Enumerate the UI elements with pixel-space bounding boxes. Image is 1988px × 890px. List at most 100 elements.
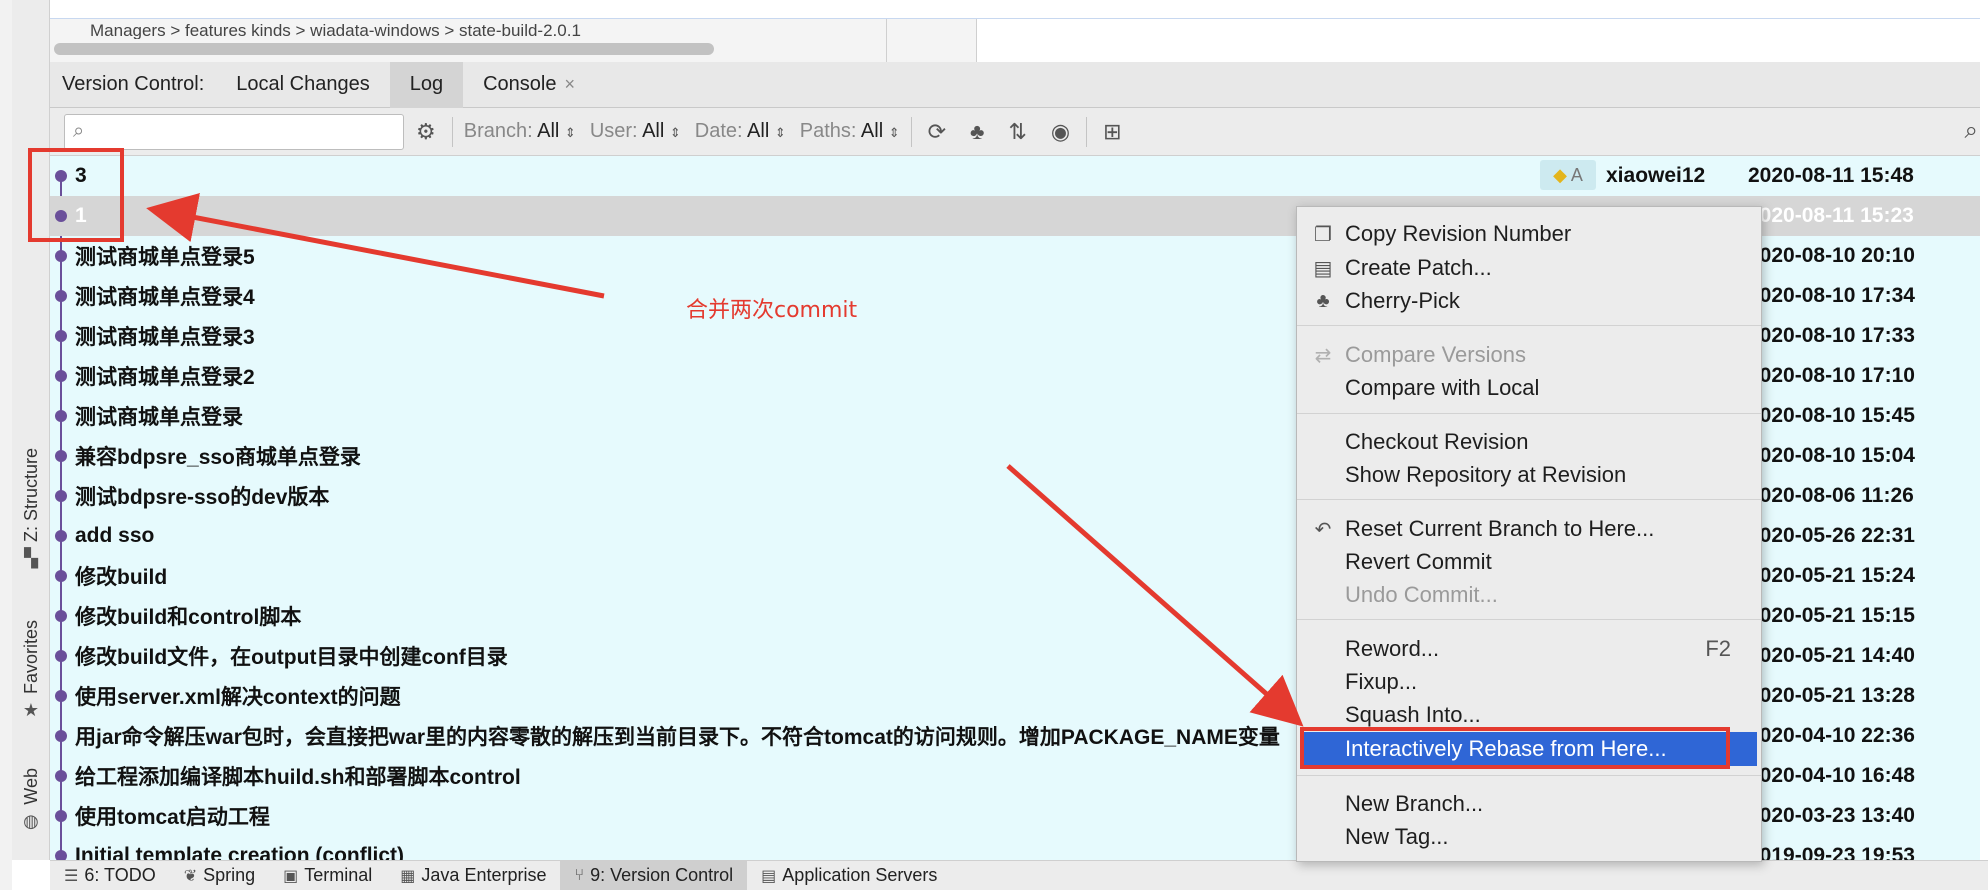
commit-date: 2020-05-26 22:31 (1748, 524, 1915, 547)
menu-copy-revision[interactable]: ❐ Copy Revision Number (1297, 217, 1761, 251)
commit-subject: 使用tomcat启动工程 (75, 806, 270, 829)
horizontal-scrollbar[interactable] (54, 43, 714, 55)
menu-label: New Tag... (1345, 824, 1449, 849)
tab-local-changes[interactable]: Local Changes (216, 62, 389, 108)
branch-filter[interactable]: Branch: All ⇕ (464, 120, 576, 143)
menu-undo-commit: Undo Commit... (1297, 578, 1761, 612)
date-filter[interactable]: Date: All ⇕ (695, 120, 786, 143)
menu-new-branch[interactable]: New Branch... (1297, 787, 1761, 821)
menu-label: Cherry-Pick (1345, 288, 1460, 313)
path-text: Managers > features kinds > wiadata-wind… (90, 21, 581, 39)
copy-icon: ❐ (1314, 223, 1332, 246)
commit-node (55, 650, 67, 662)
spring-tool-button[interactable]: ❦ Spring (170, 861, 269, 890)
version-control-label: Version Control: (62, 73, 205, 95)
pane-divider[interactable] (886, 19, 887, 63)
log-search-box[interactable]: ⌕ (64, 113, 404, 150)
commit-date: 2020-08-10 15:45 (1748, 404, 1915, 427)
bottom-tool-bar: ☰ 6: TODO ❦ Spring ▣ Terminal ▦ Java Enterpr… (50, 860, 1988, 890)
refresh-icon[interactable]: ⟳ (928, 119, 946, 145)
structure-tab[interactable]: ▚ Z: Structure (18, 448, 44, 569)
menu-checkout-revision[interactable]: Checkout Revision (1297, 425, 1761, 459)
tag-icon: ◆ (1553, 164, 1567, 185)
version-control-tool-button[interactable]: ⑂ 9: Version Control (560, 860, 748, 890)
menu-create-patch[interactable]: ▤ Create Patch... (1297, 251, 1761, 285)
commit-node (55, 730, 67, 742)
menu-fixup[interactable]: Fixup... (1297, 665, 1761, 699)
tool-label: 9: Version Control (590, 865, 734, 885)
menu-separator (1297, 619, 1761, 620)
tab-log[interactable]: Log (389, 61, 464, 108)
paths-filter[interactable]: Paths: All ⇕ (800, 120, 900, 143)
commit-node (55, 530, 67, 542)
commit-subject: 测试商城单点登录2 (75, 366, 255, 389)
commit-node (55, 410, 67, 422)
menu-separator (1297, 325, 1761, 326)
tab-label: Log (409, 73, 444, 95)
filter-name: User: (589, 120, 638, 142)
cherry-pick-icon[interactable]: ♣ (970, 119, 984, 145)
commit-date: 2020-08-11 15:48 (1748, 164, 1914, 187)
commit-subject: 修改build和control脚本 (75, 606, 302, 629)
user-filter[interactable]: User: All ⇕ (590, 120, 681, 143)
commit-subject: 修改build (75, 566, 168, 589)
filter-name: Branch: (463, 120, 533, 142)
java-enterprise-tool-button[interactable]: ▦ Java Enterprise (386, 861, 560, 890)
menu-separator (1297, 499, 1761, 500)
commit-subject: add sso (75, 524, 155, 547)
menu-label: New Branch... (1345, 791, 1484, 816)
commit-node (55, 850, 67, 860)
filter-value: All (747, 120, 770, 142)
todo-tool-button[interactable]: ☰ 6: TODO (50, 861, 170, 890)
search-icon[interactable]: ⌕ (1965, 117, 1978, 145)
annotation-commit-box (28, 148, 124, 242)
gear-icon[interactable]: ⚙ (416, 119, 436, 145)
editor-top-area: Managers > features kinds > wiadata-wind… (50, 18, 1980, 63)
new-tab-icon[interactable]: ⊞ (1103, 119, 1121, 145)
menu-new-tag[interactable]: New Tag... (1297, 820, 1761, 854)
java-enterprise-icon: ▦ (400, 867, 416, 885)
menu-revert-commit[interactable]: Revert Commit (1297, 545, 1761, 579)
commit-subject: 修改build文件，在output目录中创建conf目录 (75, 646, 508, 669)
menu-reset-branch[interactable]: ↶ Reset Current Branch to Here... (1297, 512, 1761, 546)
menu-separator (1297, 413, 1761, 414)
menu-label: Copy Revision Number (1345, 221, 1572, 246)
commit-row[interactable]: 3 ◆ A xiaowei12 2020-08-11 15:48 (50, 156, 1980, 196)
favorites-tab[interactable]: ★ Favorites (18, 620, 44, 721)
commit-node (55, 610, 67, 622)
tag-label: A (1570, 164, 1583, 185)
close-icon[interactable]: × (565, 74, 576, 95)
updown-icon: ⇕ (774, 125, 786, 140)
search-input[interactable] (90, 121, 381, 142)
eye-icon[interactable]: ◉ (1051, 119, 1070, 145)
menu-compare-local[interactable]: Compare with Local (1297, 371, 1761, 405)
tool-label: Java Enterprise (421, 865, 547, 885)
commit-node (55, 370, 67, 382)
commit-date: 2020-08-10 17:10 (1748, 364, 1915, 387)
menu-compare-versions: ⇄ Compare Versions (1297, 338, 1761, 372)
application-servers-tool-button[interactable]: ▤ Application Servers (747, 861, 951, 890)
commit-node (55, 570, 67, 582)
tab-console[interactable]: Console × (463, 62, 595, 108)
search-icon: ⌕ (73, 120, 85, 142)
menu-label: Revert Commit (1345, 549, 1492, 574)
menu-label: Create Patch... (1345, 255, 1492, 280)
filter-name: Date: (694, 120, 743, 142)
menu-show-repository[interactable]: Show Repository at Revision (1297, 458, 1761, 492)
menu-cherry-pick[interactable]: ♣ Cherry-Pick (1297, 284, 1761, 318)
commit-date: 2020-04-10 22:36 (1748, 724, 1915, 747)
menu-label: Fixup... (1345, 669, 1418, 694)
terminal-tool-button[interactable]: ▣ Terminal (269, 861, 386, 890)
menu-reword[interactable]: Reword... F2 (1297, 632, 1761, 666)
commit-node (55, 490, 67, 502)
menu-label: Checkout Revision (1345, 429, 1529, 454)
commit-node (55, 810, 67, 822)
menu-label: Reset Current Branch to Here... (1345, 516, 1655, 541)
star-icon: ★ (22, 700, 40, 721)
menu-separator (1297, 775, 1761, 776)
sort-icon[interactable]: ⇅ (1008, 119, 1026, 145)
version-control-tabbar: Version Control: Local Changes Log Conso… (50, 61, 1980, 108)
menu-label: Squash Into... (1345, 702, 1481, 727)
web-tab[interactable]: ◍ Web (18, 768, 44, 832)
tool-label: Spring (203, 865, 256, 885)
